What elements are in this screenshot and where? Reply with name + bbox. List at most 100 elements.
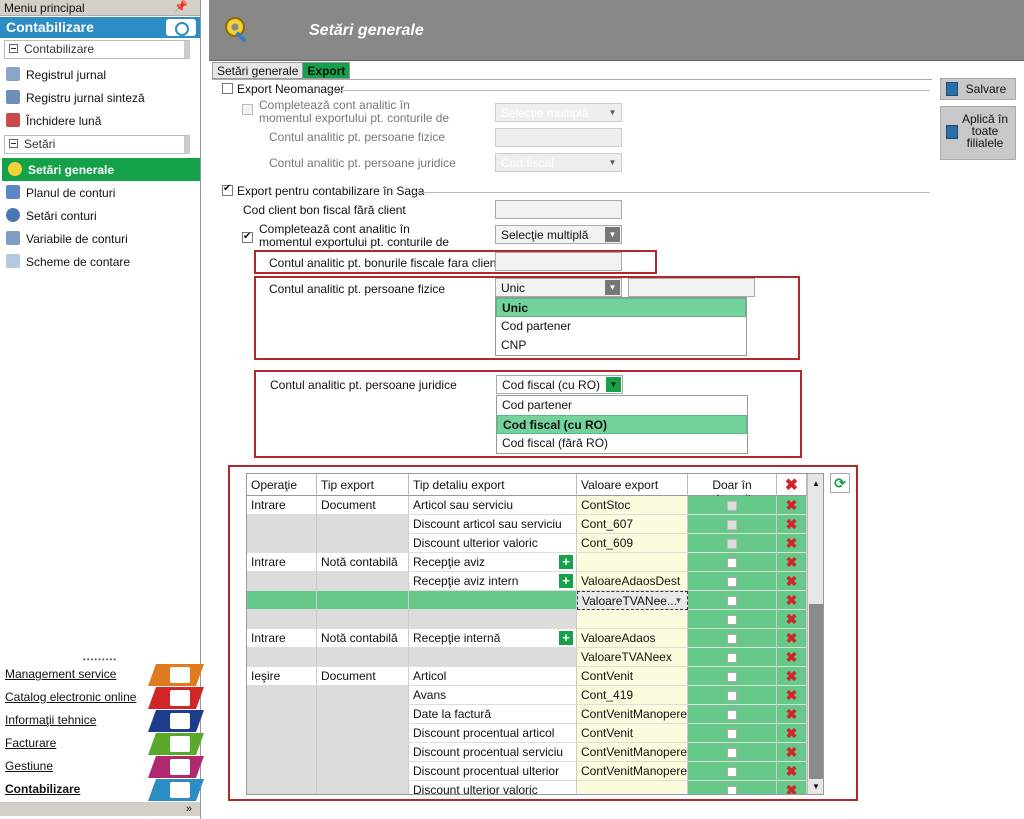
cell-tip-export[interactable] — [317, 648, 409, 667]
delete-row-icon[interactable]: ✖ — [777, 534, 807, 553]
depozit-checkbox[interactable] — [727, 767, 737, 777]
delete-row-icon[interactable]: ✖ — [777, 629, 807, 648]
cell-operatie[interactable] — [247, 705, 317, 724]
depozit-checkbox[interactable] — [727, 501, 737, 511]
depozit-checkbox[interactable] — [727, 710, 737, 720]
module-catalog-electronic[interactable]: Catalog electronic online — [0, 687, 205, 709]
module-management-service[interactable]: Management service — [0, 664, 205, 686]
table-row[interactable]: Discount ulterior valoric Cont_609 ✖ — [247, 534, 807, 553]
depozit-checkbox[interactable] — [727, 539, 737, 549]
delete-row-icon[interactable]: ✖ — [777, 705, 807, 724]
delete-row-icon[interactable]: ✖ — [777, 496, 807, 515]
cell-valoare-export[interactable]: ContStoc — [577, 496, 688, 515]
neo-pf-input[interactable] — [495, 128, 622, 147]
cell-tip-export[interactable] — [317, 705, 409, 724]
delete-row-icon[interactable]: ✖ — [777, 515, 807, 534]
cell-tip-export[interactable] — [317, 686, 409, 705]
table-row[interactable]: ValoareTVANee... ▼ ✖ — [247, 591, 807, 610]
cell-operatie[interactable] — [247, 591, 317, 610]
sidebar-item-registrul-jurnal[interactable]: Registrul jurnal — [0, 63, 200, 86]
table-row[interactable]: Date la factură ContVenitManopere ✖ — [247, 705, 807, 724]
option-unic[interactable]: Unic — [496, 298, 746, 317]
scroll-up-icon[interactable]: ▲ — [808, 477, 823, 491]
cell-operatie[interactable]: Intrare — [247, 553, 317, 572]
tab-export[interactable]: Export — [302, 62, 351, 79]
neo-analytic-checkbox[interactable] — [242, 104, 253, 115]
cell-tip-export[interactable] — [317, 572, 409, 591]
table-row[interactable]: Discount ulterior valoric ✖ — [247, 781, 807, 794]
apply-all-branches-button[interactable]: Aplică în toate filialele — [940, 106, 1016, 160]
saga-client-input[interactable] — [495, 200, 622, 219]
cell-tip-detaliu[interactable]: Discount ulterior valoric — [409, 781, 577, 794]
delete-row-icon[interactable]: ✖ — [777, 553, 807, 572]
export-neomanager-checkbox[interactable] — [222, 83, 233, 94]
cell-tip-export[interactable] — [317, 515, 409, 534]
cell-valoare-export[interactable]: ContVenit — [577, 667, 688, 686]
table-row[interactable]: Intrare Document Articol sau serviciu ContS… — [247, 496, 807, 515]
table-scrollbar[interactable]: ▲ ▼ — [807, 474, 823, 794]
cell-tip-detaliu[interactable]: Discount procentual articol — [409, 724, 577, 743]
cell-valoare-export[interactable]: ContVenit — [577, 724, 688, 743]
pin-icon[interactable]: 📌 — [174, 0, 188, 13]
save-button[interactable]: Salvare — [940, 78, 1016, 100]
column-header-tip-detaliu[interactable]: Tip detaliu export — [409, 474, 577, 496]
cell-operatie[interactable]: Intrare — [247, 629, 317, 648]
depozit-checkbox[interactable] — [727, 748, 737, 758]
depozit-checkbox[interactable] — [727, 653, 737, 663]
cell-operatie[interactable] — [247, 762, 317, 781]
saga-analytic-select[interactable]: Selecţie multiplă ▼ — [495, 225, 622, 244]
delete-row-icon[interactable]: ✖ — [777, 762, 807, 781]
sidebar-item-setari-generale[interactable]: Setări generale — [2, 158, 200, 181]
cell-tip-detaliu[interactable]: Discount ulterior valoric — [409, 534, 577, 553]
sidebar-item-variabile-de-conturi[interactable]: Variabile de conturi — [0, 227, 200, 250]
cell-operatie[interactable] — [247, 572, 317, 591]
module-facturare[interactable]: Facturare — [0, 733, 205, 755]
cell-valoare-export[interactable] — [577, 781, 688, 794]
cell-tip-export[interactable] — [317, 743, 409, 762]
cell-tip-detaliu[interactable] — [409, 591, 577, 610]
cell-operatie[interactable]: Intrare — [247, 496, 317, 515]
delete-row-icon[interactable]: ✖ — [777, 667, 807, 686]
cell-valoare-export[interactable]: Cont_607 — [577, 515, 688, 534]
table-row[interactable]: Discount procentual ulterior ContVenitMan… — [247, 762, 807, 781]
table-row[interactable]: Intrare Notă contabilă Recepţie internă + Va… — [247, 629, 807, 648]
refresh-icon[interactable]: ⟳ — [830, 473, 850, 493]
cell-tip-export[interactable] — [317, 534, 409, 553]
cell-tip-detaliu[interactable]: Discount procentual ulterior — [409, 762, 577, 781]
cell-tip-detaliu[interactable] — [409, 610, 577, 629]
cell-valoare-export[interactable]: ValoareTVANeex — [577, 648, 688, 667]
column-header-operatie[interactable]: Operaţie — [247, 474, 317, 496]
cell-valoare-export[interactable]: Cont_419 — [577, 686, 688, 705]
cell-tip-detaliu[interactable]: Recepţie aviz intern + — [409, 572, 577, 591]
table-row[interactable]: Recepţie aviz intern + ValoareAdaosDest ✖ — [247, 572, 807, 591]
table-row[interactable]: Discount procentual serviciu ContVenitMan… — [247, 743, 807, 762]
column-header-doar-in-depozit[interactable]: Doar în depozit — [688, 474, 777, 506]
delete-row-icon[interactable]: ✖ — [777, 610, 807, 629]
depozit-checkbox[interactable] — [727, 615, 737, 625]
delete-row-icon[interactable]: ✖ — [777, 724, 807, 743]
cell-tip-export[interactable] — [317, 591, 409, 610]
cell-tip-detaliu[interactable]: Recepţie aviz + — [409, 553, 577, 572]
depozit-checkbox[interactable] — [727, 691, 737, 701]
cell-operatie[interactable] — [247, 534, 317, 553]
export-neomanager-row[interactable]: Export Neomanager — [222, 82, 344, 96]
saga-pf-select[interactable]: Unic ▼ — [495, 278, 622, 297]
cell-valoare-export[interactable]: ContVenitManopere — [577, 743, 688, 762]
chevron-down-icon[interactable]: ▼ — [671, 593, 686, 608]
table-row[interactable]: Discount articol sau serviciu Cont_607 ✖ — [247, 515, 807, 534]
delete-all-icon[interactable]: ✖ — [777, 474, 807, 496]
table-row[interactable]: Ieşire Document Articol ContVenit ✖ — [247, 667, 807, 686]
cell-valoare-export[interactable] — [577, 553, 688, 572]
saga-bonuri-input[interactable] — [495, 252, 622, 271]
cell-valoare-export[interactable] — [577, 610, 688, 629]
column-header-tip-export[interactable]: Tip export — [317, 474, 409, 496]
saga-analytic-checkbox[interactable] — [242, 230, 253, 243]
scroll-down-icon[interactable]: ▼ — [808, 780, 823, 794]
collapse-icon[interactable] — [9, 139, 18, 148]
cell-tip-detaliu[interactable]: Date la factură — [409, 705, 577, 724]
cell-operatie[interactable] — [247, 724, 317, 743]
delete-row-icon[interactable]: ✖ — [777, 686, 807, 705]
saga-pj-select[interactable]: Cod fiscal (cu RO) ▼ — [496, 375, 623, 394]
neo-analytic-select[interactable]: Selecţie multiplă ▼ — [495, 103, 622, 122]
module-informatii-tehnice[interactable]: Informaţii tehnice — [0, 710, 205, 732]
